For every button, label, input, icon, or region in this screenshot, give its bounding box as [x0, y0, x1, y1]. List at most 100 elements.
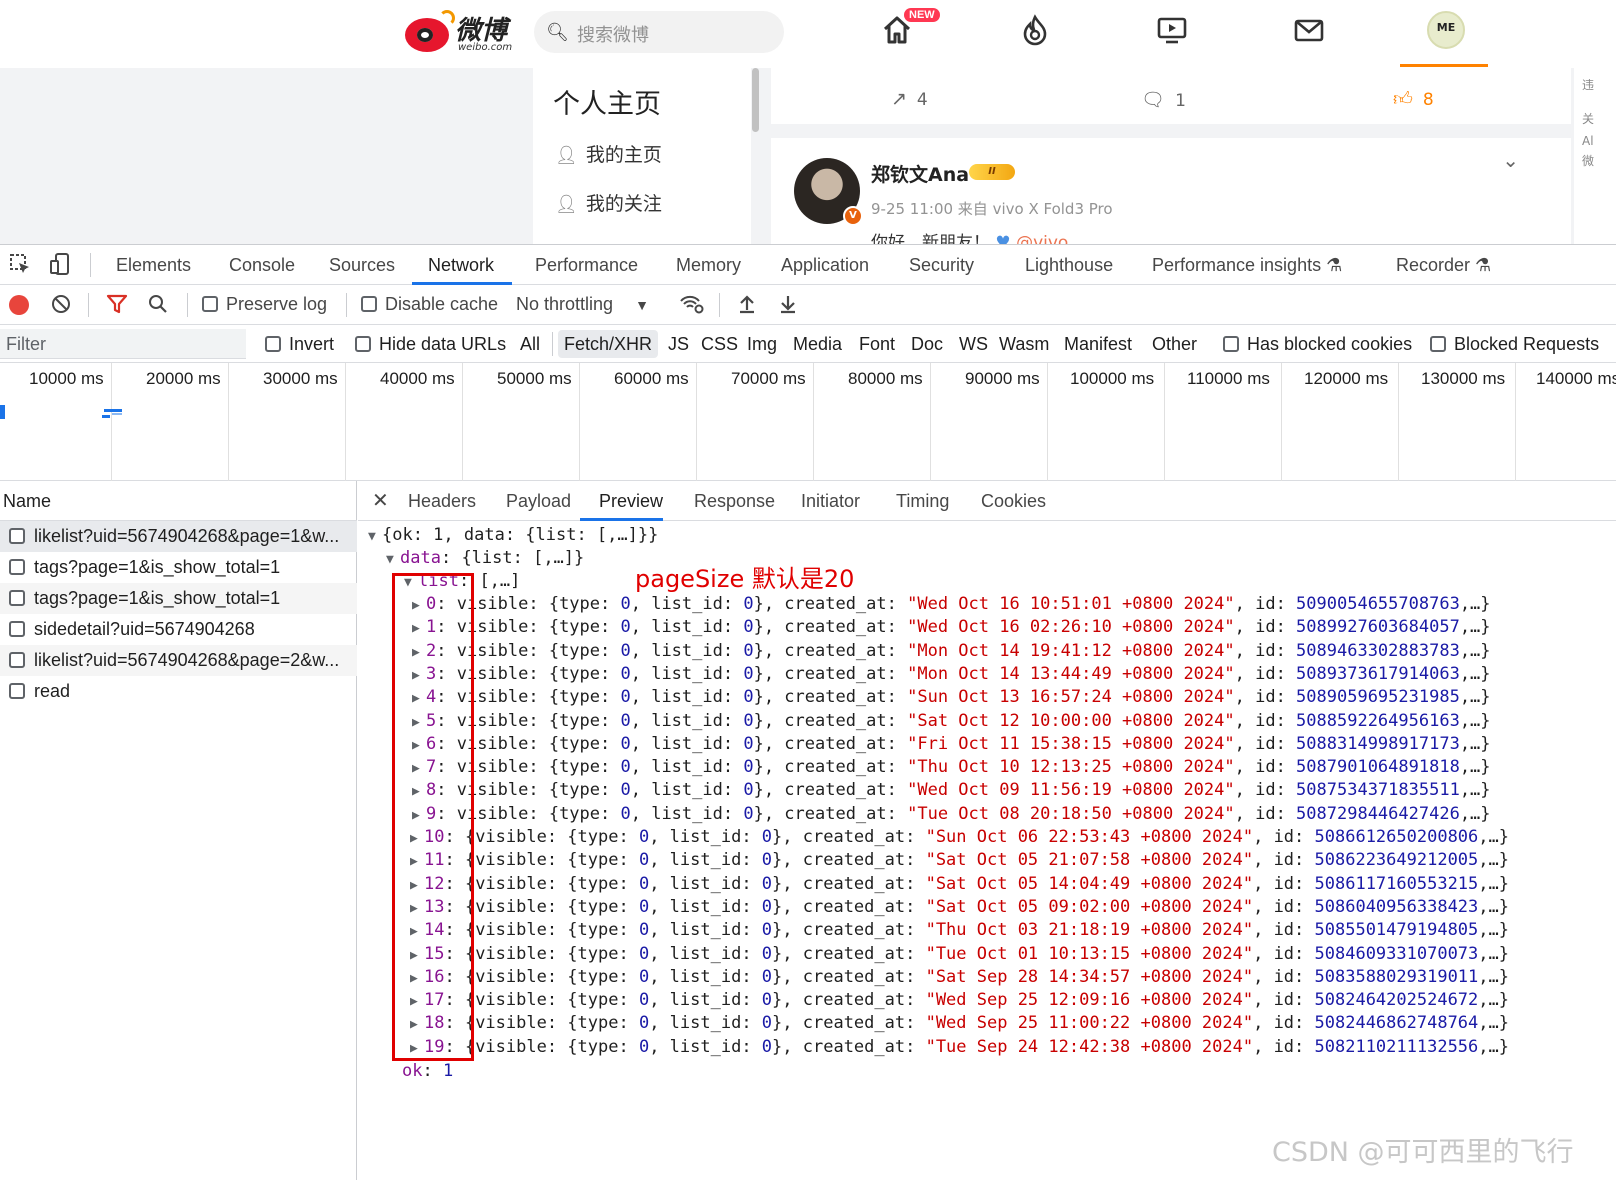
- list-item[interactable]: ▶ 1: visible: {type: 0, list_id: 0}, crea…: [412, 617, 1491, 637]
- nav-my-following[interactable]: 👤︎ 我的关注: [555, 189, 662, 216]
- sidebar-scrollbar[interactable]: [752, 68, 759, 132]
- type-filter-other[interactable]: Other: [1152, 334, 1197, 355]
- list-item[interactable]: ▶ 7: visible: {type: 0, list_id: 0}, crea…: [412, 757, 1491, 777]
- list-item[interactable]: ▶ 4: visible: {type: 0, list_id: 0}, crea…: [412, 687, 1491, 707]
- timeline-tick: 20000 ms: [146, 369, 221, 388]
- export-har-icon[interactable]: [778, 294, 798, 319]
- clear-icon[interactable]: [51, 294, 71, 319]
- type-filter-font[interactable]: Font: [859, 334, 895, 355]
- has-blocked-cookies-checkbox[interactable]: Has blocked cookies: [1223, 334, 1412, 355]
- tab-payload[interactable]: Payload: [506, 491, 571, 512]
- tab-elements[interactable]: Elements: [116, 255, 191, 276]
- list-item[interactable]: ▶ 14: {visible: {type: 0, list_id: 0}, cr…: [410, 920, 1509, 940]
- request-row[interactable]: likelist?uid=5674904268&page=1&w...: [0, 521, 357, 552]
- type-filter-manifest[interactable]: Manifest: [1064, 334, 1132, 355]
- tab-recorder[interactable]: Recorder ⚗: [1396, 255, 1491, 276]
- blocked-requests-checkbox[interactable]: Blocked Requests: [1430, 334, 1599, 355]
- type-filter-all[interactable]: All: [520, 334, 540, 355]
- request-row[interactable]: sidedetail?uid=5674904268: [0, 614, 357, 645]
- tab-sources[interactable]: Sources: [329, 255, 395, 276]
- tab-preview[interactable]: Preview: [599, 491, 663, 512]
- tab-response[interactable]: Response: [694, 491, 775, 512]
- type-filter-ws[interactable]: WS: [959, 334, 988, 355]
- request-row[interactable]: likelist?uid=5674904268&page=2&w...: [0, 645, 357, 676]
- search-input[interactable]: 🔍︎ 搜索微博: [534, 11, 784, 53]
- type-filter-js[interactable]: JS: [668, 334, 689, 355]
- list-item[interactable]: ▶ 5: visible: {type: 0, list_id: 0}, crea…: [412, 711, 1491, 731]
- tab-timing[interactable]: Timing: [896, 491, 949, 512]
- throttling-select[interactable]: No throttling ▼: [516, 294, 649, 315]
- mail-icon[interactable]: [1292, 14, 1326, 48]
- type-filter-fetch-xhr[interactable]: Fetch/XHR: [558, 330, 659, 358]
- like-button[interactable]: 👍︎ 8: [1393, 88, 1434, 111]
- record-button[interactable]: [9, 295, 29, 315]
- filter-input[interactable]: Filter: [0, 329, 246, 359]
- type-filter-wasm[interactable]: Wasm: [999, 334, 1049, 355]
- list-item[interactable]: ▶ 11: {visible: {type: 0, list_id: 0}, cr…: [410, 850, 1509, 870]
- tab-application[interactable]: Application: [781, 255, 869, 276]
- list-item[interactable]: ▶ 16: {visible: {type: 0, list_id: 0}, cr…: [410, 967, 1509, 987]
- list-item[interactable]: ▶ 0: visible: {type: 0, list_id: 0}, crea…: [412, 594, 1491, 614]
- user-avatar[interactable]: ME: [1427, 11, 1465, 49]
- name-column-header[interactable]: Name: [0, 481, 357, 521]
- hot-flame-icon[interactable]: [1018, 14, 1052, 48]
- type-filter-css[interactable]: CSS: [701, 334, 738, 355]
- tab-headers[interactable]: Headers: [408, 491, 476, 512]
- type-filter-doc[interactable]: Doc: [911, 334, 943, 355]
- network-conditions-icon[interactable]: [679, 294, 705, 319]
- share-button[interactable]: ↗ 4: [891, 88, 928, 110]
- tab-security[interactable]: Security: [909, 255, 974, 276]
- video-icon[interactable]: [1155, 14, 1189, 48]
- type-filter-img[interactable]: Img: [747, 334, 777, 355]
- checkbox: [9, 652, 25, 668]
- created-at-value: "Sat Sep 28 14:34:57 +0800 2024": [925, 966, 1254, 987]
- right-sidebar-text: 关: [1582, 112, 1595, 126]
- list-item[interactable]: ▶ 15: {visible: {type: 0, list_id: 0}, cr…: [410, 944, 1509, 964]
- tab-cookies[interactable]: Cookies: [981, 491, 1046, 512]
- weibo-logo[interactable]: 微博 weibo.com: [405, 8, 523, 56]
- request-row[interactable]: tags?page=1&is_show_total=1: [0, 583, 357, 614]
- list-item[interactable]: ▶ 6: visible: {type: 0, list_id: 0}, crea…: [412, 734, 1491, 754]
- tab-performance[interactable]: Performance: [535, 255, 638, 276]
- author-name[interactable]: 郑钦文Ana: [871, 160, 969, 187]
- list-item[interactable]: ▶ 13: {visible: {type: 0, list_id: 0}, cr…: [410, 897, 1509, 917]
- chevron-down-icon[interactable]: ⌄: [1502, 148, 1519, 172]
- request-row[interactable]: read: [0, 676, 357, 707]
- inspect-element-icon[interactable]: [9, 253, 31, 281]
- tab-performance-insights[interactable]: Performance insights ⚗: [1152, 255, 1342, 276]
- request-row[interactable]: tags?page=1&is_show_total=1: [0, 552, 357, 583]
- list-item[interactable]: ▶ 12: {visible: {type: 0, list_id: 0}, cr…: [410, 874, 1509, 894]
- grid-line: [345, 363, 346, 481]
- comment-button[interactable]: 🗨︎ 1: [1141, 88, 1186, 111]
- type-filter-media[interactable]: Media: [793, 334, 842, 355]
- tab-network[interactable]: Network: [428, 255, 494, 276]
- import-har-icon[interactable]: [737, 294, 757, 319]
- disable-cache-checkbox[interactable]: Disable cache: [361, 294, 498, 315]
- tree-node-data[interactable]: ▼ data: {list: [,…]}: [386, 548, 584, 568]
- list-item[interactable]: ▶ 8: visible: {type: 0, list_id: 0}, crea…: [412, 780, 1491, 800]
- invert-checkbox[interactable]: Invert: [265, 334, 334, 355]
- list-item[interactable]: ▶ 2: visible: {type: 0, list_id: 0}, crea…: [412, 641, 1491, 661]
- preserve-log-checkbox[interactable]: Preserve log: [202, 294, 327, 315]
- tab-console[interactable]: Console: [229, 255, 295, 276]
- list-item[interactable]: ▶ 10: {visible: {type: 0, list_id: 0}, cr…: [410, 827, 1509, 847]
- mention-link[interactable]: @vivo: [1016, 233, 1068, 244]
- list-item[interactable]: ▶ 18: {visible: {type: 0, list_id: 0}, cr…: [410, 1013, 1509, 1033]
- nav-my-homepage[interactable]: 👤︎ 我的主页: [555, 140, 662, 167]
- filter-funnel-icon[interactable]: [106, 294, 128, 319]
- checkbox: [1430, 336, 1446, 352]
- network-overview-timeline[interactable]: 10000 ms 20000 ms 30000 ms 40000 ms 5000…: [0, 363, 1616, 481]
- tab-initiator[interactable]: Initiator: [801, 491, 860, 512]
- tab-memory[interactable]: Memory: [676, 255, 741, 276]
- close-icon[interactable]: ✕: [372, 488, 389, 513]
- list-item[interactable]: ▶ 9: visible: {type: 0, list_id: 0}, crea…: [412, 804, 1491, 824]
- tab-lighthouse[interactable]: Lighthouse: [1025, 255, 1113, 276]
- filter-placeholder: Filter: [6, 334, 46, 354]
- list-item[interactable]: ▶ 19: {visible: {type: 0, list_id: 0}, cr…: [410, 1037, 1509, 1057]
- tree-root[interactable]: ▼ {ok: 1, data: {list: [,…]}}: [368, 525, 658, 545]
- device-toolbar-icon[interactable]: [49, 253, 71, 281]
- search-icon[interactable]: [148, 294, 168, 319]
- list-item[interactable]: ▶ 17: {visible: {type: 0, list_id: 0}, cr…: [410, 990, 1509, 1010]
- list-item[interactable]: ▶ 3: visible: {type: 0, list_id: 0}, crea…: [412, 664, 1491, 684]
- hide-data-urls-checkbox[interactable]: Hide data URLs: [355, 334, 506, 355]
